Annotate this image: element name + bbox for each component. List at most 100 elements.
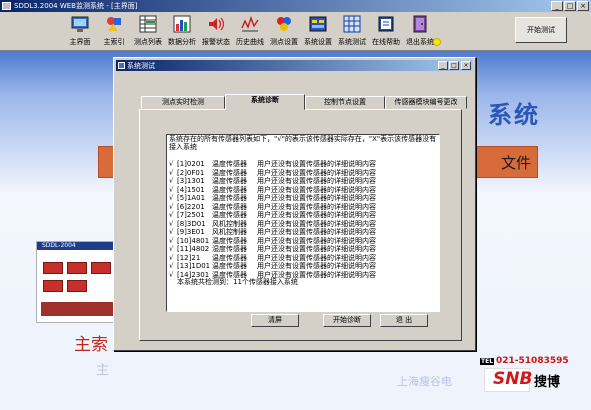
tab-sensor-id-change[interactable]: 传感器模块编号更改: [385, 96, 467, 109]
status-indicator: [433, 38, 441, 46]
sensor-row: √ [5]1A01 温度传感器 用户还没有设置传感器的详细说明内容: [169, 194, 376, 202]
exit-button[interactable]: 退 出: [380, 314, 428, 327]
tab-realtime-detection[interactable]: 测点实时检测: [141, 96, 225, 109]
toolbar-alarm-status-button[interactable]: 报警状态: [199, 14, 233, 48]
thumbnail-strip: [41, 302, 113, 316]
sensor-type: 温度传感器: [212, 168, 247, 177]
sensor-status-mark: √: [169, 253, 174, 262]
thumbnail-tile: [67, 280, 87, 292]
background-banner-label: 文件: [500, 154, 531, 172]
background-title: 系统: [488, 100, 540, 129]
sensor-code: [9]3E01: [177, 228, 205, 236]
sensor-type: 风机控制器: [212, 219, 247, 228]
sensor-type: 温度传感器: [212, 177, 247, 185]
sensor-row: √ [7]2501 温度传感器 用户还没有设置传感器的详细说明内容: [169, 211, 376, 219]
sensor-description: 用户还没有设置传感器的详细说明内容: [257, 245, 376, 253]
toolbar-main-screen-button[interactable]: 主界面: [63, 14, 97, 48]
toolbar-point-list-button[interactable]: 测点列表: [131, 14, 165, 48]
thumbnail-header: SDDL-2004: [37, 242, 117, 250]
dialog-minimize-button[interactable]: _: [438, 61, 448, 70]
exit-door-icon: [413, 15, 427, 33]
sensor-status-mark: √: [169, 202, 174, 211]
diagnosis-intro: 系统存在的所有传感器列表如下，"√"的表示该传感器实际存在，"X"表示该传感器没…: [169, 135, 437, 151]
sensor-status-mark: √: [169, 262, 174, 270]
sensor-code: [8]3D01: [177, 219, 206, 228]
toolbar-main-index-button[interactable]: 主索引: [97, 14, 131, 48]
toolbar-history-curve-button[interactable]: 历史曲线: [233, 14, 267, 48]
sensor-type: 温度传感器: [212, 211, 247, 219]
start-diagnosis-button[interactable]: 开始诊断: [323, 314, 371, 327]
contact-phone: TEL 021-51083595: [480, 356, 569, 366]
window-title-bar: SDDL3.2004 WEB监测系统 - [主界面] _ □ ×: [0, 0, 591, 12]
window-title: SDDL3.2004 WEB监测系统 - [主界面]: [14, 2, 138, 10]
color-balls-icon: [277, 17, 291, 31]
toolbar-point-settings-button[interactable]: 测点设置: [267, 14, 301, 48]
sensor-code: [4]1501: [177, 185, 205, 194]
thumbnail-tile: [43, 262, 63, 274]
toolbar-online-help-button[interactable]: 在线帮助: [369, 14, 403, 48]
alarm-sound-icon: [209, 17, 225, 31]
tab-control-node-settings[interactable]: 控制节点设置: [305, 96, 385, 109]
sensor-type: 温度传感器: [212, 194, 247, 202]
sensor-description: 用户还没有设置传感器的详细说明内容: [257, 185, 376, 194]
toolbar-data-analysis-button[interactable]: 数据分析: [165, 14, 199, 48]
main-toolbar: 主界面 主索引 测点列表 数据分析 报警状态 历史曲线 测点设置 系统设置 系统…: [0, 12, 591, 51]
background-footer-text: 上海瘦谷电: [397, 375, 452, 388]
sensor-description: 用户还没有设置传感器的详细说明内容: [257, 211, 376, 219]
toolbar-system-settings-button[interactable]: 系统设置: [301, 14, 335, 48]
sensor-type: 温度传感器: [212, 262, 247, 270]
sensor-status-mark: √: [169, 245, 174, 253]
clear-screen-button[interactable]: 清屏: [251, 314, 299, 327]
sensor-code: [1]0201: [177, 160, 205, 168]
maximize-button[interactable]: □: [564, 1, 576, 11]
sensor-type: 风机控制器: [212, 228, 247, 236]
sensor-status-mark: √: [169, 228, 174, 236]
background-main-text: 主索: [74, 335, 108, 355]
minimize-button[interactable]: _: [551, 1, 563, 11]
close-button[interactable]: ×: [577, 1, 589, 11]
toolbar-exit-button[interactable]: 退出系统: [403, 14, 437, 48]
sensor-code: [7]2501: [177, 211, 205, 219]
sensor-row: √ [2]0F01 温度传感器 用户还没有设置传感器的详细说明内容: [169, 169, 376, 177]
system-test-dialog: 系统测试 _ □ × 测点实时检测 系统诊断 控制节点设置 传感器模块编号更改 …: [113, 57, 476, 351]
sensor-code: [11]4802: [177, 245, 210, 253]
thumbnail-caption: SDDL-2004: [42, 242, 76, 249]
background-thumbnail[interactable]: SDDL-2004: [36, 241, 118, 323]
sensor-type: 温度传感器: [212, 202, 247, 211]
sensor-status-mark: √: [169, 219, 174, 228]
sensor-row: √ [6]2201 温度传感器 用户还没有设置传感器的详细说明内容: [169, 203, 376, 211]
sensor-row: √ [4]1501 温度传感器 用户还没有设置传感器的详细说明内容: [169, 186, 376, 194]
sensor-code: [3]1301: [177, 177, 205, 185]
sensor-description: 用户还没有设置传感器的详细说明内容: [257, 160, 376, 168]
sensor-description: 用户还没有设置传感器的详细说明内容: [257, 202, 376, 211]
sensor-row: √ [1]0201 温度传感器 用户还没有设置传感器的详细说明内容: [169, 160, 376, 168]
sensor-code: [5]1A01: [177, 194, 206, 202]
sensor-row: √ [9]3E01 风机控制器 用户还没有设置传感器的详细说明内容: [169, 228, 376, 236]
bar-chart-icon: [173, 15, 191, 33]
toolbar-system-test-button[interactable]: 系统测试: [335, 14, 369, 48]
sensor-code: [13]1D01: [177, 262, 211, 270]
app-icon: [2, 2, 11, 10]
sensor-code: [2]0F01: [177, 168, 205, 177]
phone-number: 021-51083595: [496, 356, 569, 366]
sensor-description: 用户还没有设置传感器的详细说明内容: [257, 168, 376, 177]
sensor-status-mark: √: [169, 270, 174, 279]
phone-label: TEL: [480, 358, 495, 365]
tab-system-diagnosis[interactable]: 系统诊断: [225, 94, 305, 110]
background-main-text-faded: 主: [96, 363, 110, 378]
diagnosis-summary: 本系统共检测到：11个传感器接入系统: [177, 278, 298, 286]
company-logo: SNB 搜博: [484, 368, 572, 392]
thumbnail-tile: [67, 262, 87, 274]
sensor-description: 用户还没有设置传感器的详细说明内容: [257, 219, 376, 228]
start-test-button[interactable]: 开始测试: [515, 17, 567, 43]
dialog-title-bar[interactable]: 系统测试 _ □ ×: [116, 60, 473, 71]
thumbnail-tile: [43, 280, 63, 292]
thumbnail-tile: [91, 262, 111, 274]
sensor-description: 用户还没有设置传感器的详细说明内容: [257, 262, 376, 270]
diagnosis-listbox[interactable]: 系统存在的所有传感器列表如下，"√"的表示该传感器实际存在，"X"表示该传感器没…: [166, 134, 440, 312]
dialog-maximize-button[interactable]: □: [449, 61, 459, 70]
dialog-close-button[interactable]: ×: [461, 61, 471, 70]
sensor-description: 用户还没有设置传感器的详细说明内容: [257, 177, 376, 185]
sensor-description: 用户还没有设置传感器的详细说明内容: [257, 228, 376, 236]
sensor-type: 温度传感器: [212, 236, 247, 245]
